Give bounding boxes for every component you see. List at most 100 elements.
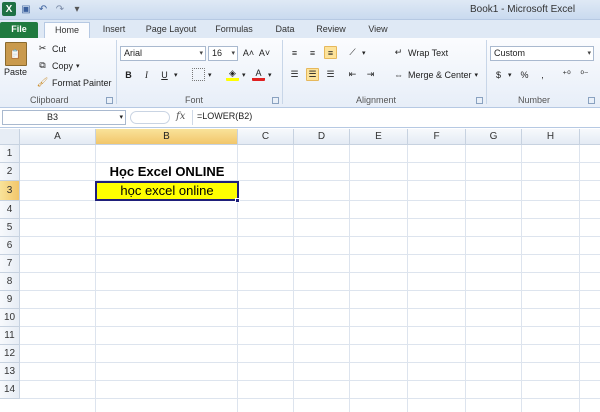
tab-data[interactable]: Data bbox=[268, 22, 302, 38]
column-header-d[interactable]: D bbox=[294, 129, 350, 145]
align-bottom-button[interactable]: ≡ bbox=[324, 46, 337, 59]
grid-line bbox=[20, 344, 600, 345]
row-header-2[interactable]: 2 bbox=[0, 163, 20, 181]
column-header-f[interactable]: F bbox=[408, 129, 466, 145]
row-header-7[interactable]: 7 bbox=[0, 255, 20, 273]
formula-input[interactable]: =LOWER(B2) bbox=[192, 110, 598, 125]
borders-button[interactable]: ▾ bbox=[192, 68, 212, 81]
font-name-combo[interactable]: Arial ▾ bbox=[120, 46, 206, 61]
clipboard-launcher-icon[interactable] bbox=[106, 97, 113, 104]
row-header-11[interactable]: 11 bbox=[0, 327, 20, 345]
grid-line bbox=[407, 145, 408, 412]
insert-function-icon[interactable]: fx bbox=[176, 111, 185, 122]
tab-home[interactable]: Home bbox=[44, 22, 90, 38]
window-title: Book1 - Microsoft Excel bbox=[470, 4, 576, 15]
align-middle-icon: ≡ bbox=[309, 47, 316, 58]
redo-icon[interactable]: ↷ bbox=[53, 2, 67, 16]
comma-button[interactable]: , bbox=[536, 68, 549, 81]
row-header-9[interactable]: 9 bbox=[0, 291, 20, 309]
orientation-button[interactable]: ⟋ ▾ bbox=[346, 46, 366, 59]
font-launcher-icon[interactable] bbox=[272, 97, 279, 104]
grow-font-button[interactable]: A˄ bbox=[242, 46, 255, 59]
cell-b3-selected[interactable]: học excel online bbox=[95, 181, 239, 201]
align-center-button[interactable]: ☰ bbox=[306, 68, 319, 81]
number-format-combo[interactable]: Custom ▾ bbox=[490, 46, 594, 61]
formula-bar-resize-icon[interactable] bbox=[130, 111, 170, 124]
grid-line bbox=[20, 236, 600, 237]
row-header-1[interactable]: 1 bbox=[0, 145, 20, 163]
align-left-button[interactable]: ☰ bbox=[288, 68, 301, 81]
align-top-button[interactable]: ≡ bbox=[288, 46, 301, 59]
column-header-h[interactable]: H bbox=[522, 129, 580, 145]
cell-b2[interactable]: Học Excel ONLINE bbox=[96, 163, 238, 181]
grid-line bbox=[579, 145, 580, 412]
clipboard-icon: 📋 bbox=[4, 42, 27, 66]
copy-icon: ⧉ bbox=[39, 60, 46, 70]
row-header-3[interactable]: 3 bbox=[0, 181, 20, 201]
font-size-combo[interactable]: 16 ▾ bbox=[208, 46, 238, 61]
italic-button[interactable]: I bbox=[140, 68, 153, 81]
format-painter-button[interactable]: 🖌 Format Painter bbox=[36, 76, 112, 89]
row-header-5[interactable]: 5 bbox=[0, 219, 20, 237]
row-header-4[interactable]: 4 bbox=[0, 201, 20, 219]
chevron-down-icon: ▾ bbox=[119, 114, 123, 121]
tab-insert[interactable]: Insert bbox=[94, 22, 134, 38]
copy-dropdown-icon[interactable]: ▾ bbox=[76, 62, 80, 70]
align-middle-button[interactable]: ≡ bbox=[306, 46, 319, 59]
fill-handle[interactable] bbox=[235, 198, 240, 203]
column-header-a[interactable]: A bbox=[20, 129, 96, 145]
group-divider bbox=[486, 40, 487, 104]
number-launcher-icon[interactable] bbox=[588, 97, 595, 104]
wrap-text-button[interactable]: ↵ Wrap Text bbox=[392, 46, 448, 59]
align-left-icon: ☰ bbox=[290, 69, 299, 79]
tab-view[interactable]: View bbox=[360, 22, 396, 38]
column-header-g[interactable]: G bbox=[466, 129, 522, 145]
save-icon[interactable]: ▣ bbox=[19, 2, 33, 16]
row-header-8[interactable]: 8 bbox=[0, 273, 20, 291]
decrease-indent-button[interactable]: ⇤ bbox=[346, 68, 359, 81]
align-center-icon: ☰ bbox=[306, 68, 319, 81]
tab-file[interactable]: File bbox=[0, 22, 38, 38]
decrease-indent-icon: ⇤ bbox=[348, 69, 357, 79]
undo-icon[interactable]: ↶ bbox=[36, 2, 50, 16]
grid-line bbox=[20, 218, 600, 219]
paste-button[interactable]: 📋 Paste bbox=[4, 42, 27, 77]
grid-line bbox=[20, 362, 600, 363]
increase-indent-button[interactable]: ⇥ bbox=[364, 68, 377, 81]
chevron-down-icon: ▾ bbox=[199, 50, 203, 57]
underline-button[interactable]: U ▾ bbox=[158, 68, 177, 81]
clipboard-group-label: Clipboard bbox=[30, 95, 69, 105]
row-header-6[interactable]: 6 bbox=[0, 237, 20, 255]
tab-page-layout[interactable]: Page Layout bbox=[140, 22, 202, 38]
chevron-down-icon: ▾ bbox=[587, 50, 591, 57]
customize-qat-icon[interactable]: ▾ bbox=[70, 2, 84, 16]
row-header-12[interactable]: 12 bbox=[0, 345, 20, 363]
font-color-button[interactable]: A ▾ bbox=[252, 68, 272, 81]
align-right-button[interactable]: ☰ bbox=[324, 68, 337, 81]
row-header-14[interactable]: 14 bbox=[0, 381, 20, 399]
select-all-button[interactable] bbox=[0, 129, 20, 145]
chevron-down-icon: ▾ bbox=[362, 49, 366, 57]
row-header-13[interactable]: 13 bbox=[0, 363, 20, 381]
increase-decimal-button[interactable]: ⁺⁰ bbox=[560, 68, 573, 81]
align-right-icon: ☰ bbox=[326, 69, 335, 79]
decrease-decimal-button[interactable]: ⁰⁻ bbox=[578, 68, 591, 81]
name-box[interactable]: B3 ▾ bbox=[2, 110, 126, 125]
alignment-launcher-icon[interactable] bbox=[476, 97, 483, 104]
shrink-font-button[interactable]: A˅ bbox=[258, 46, 271, 59]
merge-center-button[interactable]: ⇔ Merge & Center ▾ bbox=[392, 68, 478, 81]
tab-formulas[interactable]: Formulas bbox=[208, 22, 260, 38]
grid-line bbox=[293, 145, 294, 412]
copy-button[interactable]: ⧉ Copy ▾ bbox=[36, 59, 80, 72]
currency-button[interactable]: $ ▾ bbox=[492, 68, 512, 81]
tab-review[interactable]: Review bbox=[308, 22, 354, 38]
column-header-c[interactable]: C bbox=[238, 129, 294, 145]
grid-line bbox=[20, 326, 600, 327]
row-header-10[interactable]: 10 bbox=[0, 309, 20, 327]
fill-color-button[interactable]: ◈ ▾ bbox=[226, 68, 246, 81]
column-header-e[interactable]: E bbox=[350, 129, 408, 145]
column-header-b[interactable]: B bbox=[96, 129, 238, 145]
bold-button[interactable]: B bbox=[122, 68, 135, 81]
percent-button[interactable]: % bbox=[518, 68, 531, 81]
cut-button[interactable]: ✂ Cut bbox=[36, 42, 66, 55]
